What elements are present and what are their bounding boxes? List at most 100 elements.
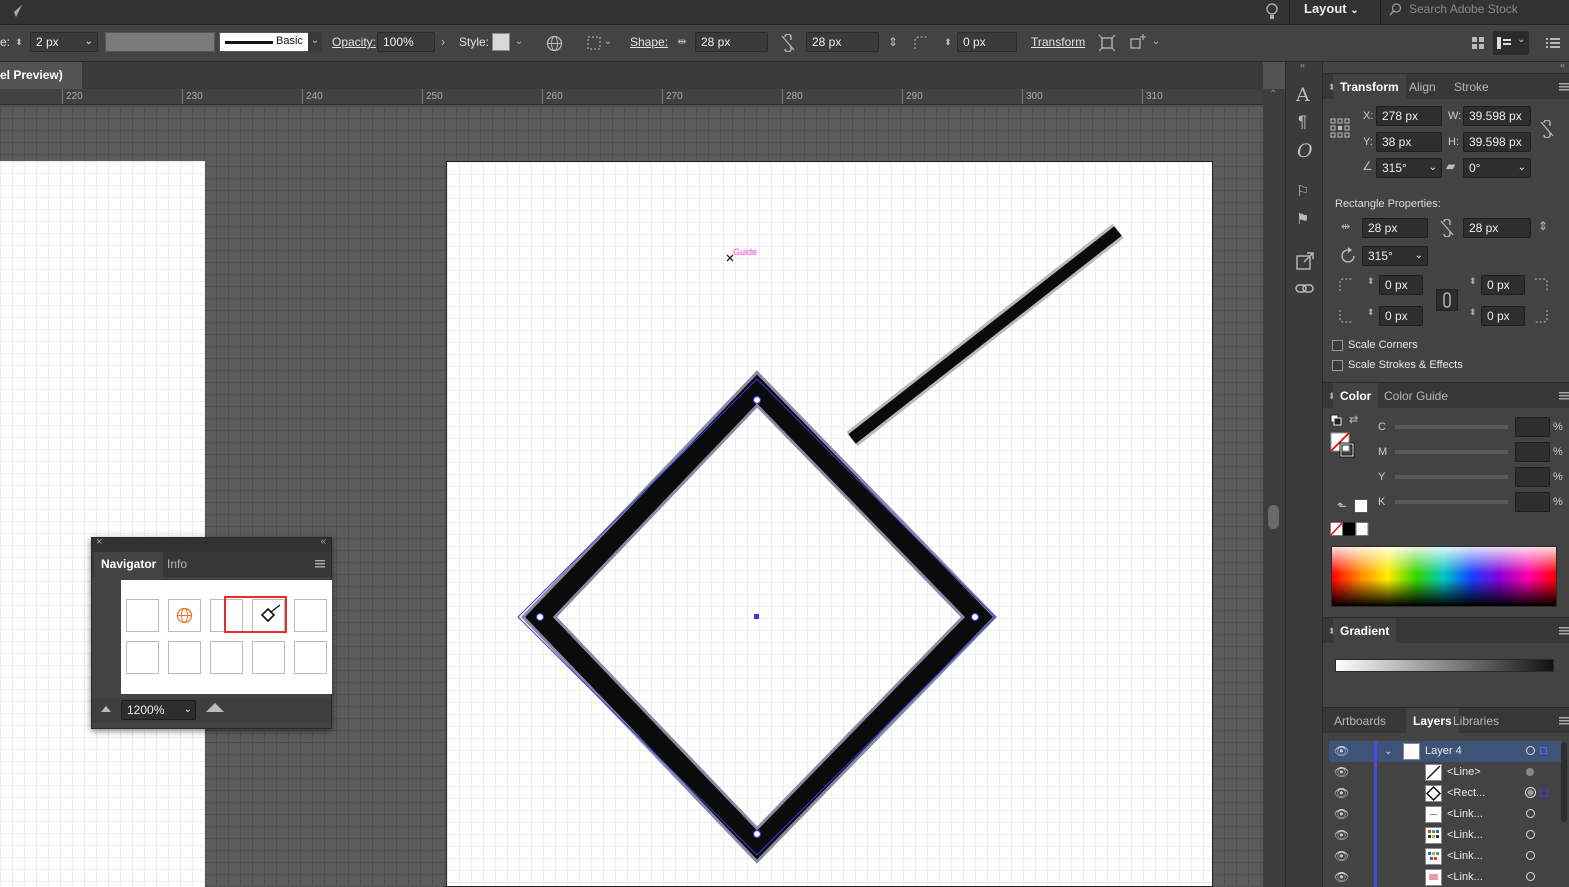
paragraph-styles-icon[interactable]: ⚑ — [1296, 210, 1309, 228]
layer-row[interactable]: 👁 <Link... — [1329, 867, 1561, 887]
gradient-slider[interactable] — [1335, 659, 1554, 672]
stepper-icon[interactable]: ⬍ — [1469, 307, 1477, 318]
scroll-up-icon[interactable]: ⌃ — [1269, 89, 1277, 100]
character-styles-icon[interactable]: ⚐ — [1296, 182, 1309, 200]
stepper-icon[interactable]: ⬍ — [1367, 307, 1375, 318]
corner-tl-field[interactable]: 0 px — [1379, 275, 1423, 295]
corner-type-icon[interactable] — [913, 35, 929, 51]
target-icon[interactable] — [1525, 787, 1536, 798]
collapse-icon[interactable]: « — [1300, 60, 1305, 70]
scroll-thumb[interactable] — [1268, 505, 1279, 529]
panel-menu-icon[interactable] — [1559, 83, 1569, 91]
opentype-icon[interactable]: O — [1297, 140, 1313, 162]
shape-height-field[interactable]: 28 px — [806, 32, 879, 52]
tab-libraries[interactable]: Libraries — [1446, 708, 1506, 734]
channel-m-field[interactable] — [1515, 442, 1550, 462]
layer-row[interactable]: 👁 <Link... — [1329, 825, 1561, 846]
eye-icon[interactable]: 👁 — [1334, 825, 1349, 846]
layer-name[interactable]: <Rect... — [1447, 783, 1485, 804]
channel-k-field[interactable] — [1515, 492, 1550, 512]
opacity-field[interactable]: 100% — [377, 32, 435, 52]
h-field[interactable]: 39.598 px — [1463, 132, 1531, 152]
stepper-icon[interactable]: ⬍ — [13, 33, 25, 51]
paragraph-icon[interactable]: ¶ — [1298, 112, 1307, 132]
shape-width-field[interactable]: 28 px — [695, 32, 768, 52]
y-field[interactable]: 38 px — [1376, 132, 1442, 152]
stepper-icon[interactable]: ⬍ — [1469, 276, 1477, 287]
zoom-field[interactable]: 1200% ⌄ — [121, 700, 196, 720]
target-icon[interactable] — [1526, 746, 1535, 755]
navigator-preview[interactable] — [121, 580, 332, 694]
target-icon[interactable] — [1526, 809, 1535, 818]
link-broken-icon[interactable] — [780, 34, 796, 52]
align-selection-icon[interactable] — [586, 35, 604, 51]
zoom-in-icon[interactable] — [206, 703, 224, 713]
variable-width-profile[interactable] — [105, 32, 215, 52]
channel-m-slider[interactable] — [1395, 450, 1508, 454]
constrain-proportions-icon[interactable] — [1539, 120, 1555, 138]
opacity-label[interactable]: Opacity: — [332, 33, 376, 51]
color-spectrum[interactable] — [1331, 546, 1557, 607]
layer-row[interactable]: 👁 <Link... — [1329, 804, 1561, 825]
eye-icon[interactable]: 👁 — [1334, 741, 1349, 762]
shear-field[interactable]: 0° ⌄ — [1463, 158, 1531, 178]
layer-name[interactable]: <Link... — [1447, 867, 1483, 887]
eye-icon[interactable]: 👁 — [1334, 867, 1349, 887]
eye-icon[interactable]: 👁 — [1334, 762, 1349, 783]
horizontal-ruler[interactable]: 220 230 240 250 260 270 280 290 300 310 — [0, 89, 1263, 105]
panel-toggle-button[interactable]: ⌄ — [1493, 31, 1529, 55]
layer-row[interactable]: 👁 ⌄ Layer 4 — [1329, 741, 1561, 762]
target-icon[interactable] — [1526, 768, 1534, 776]
x-field[interactable]: 278 px — [1376, 106, 1442, 126]
quick-swatches[interactable] — [1330, 522, 1370, 537]
stock-search[interactable]: Search Adobe Stock — [1387, 1, 1569, 17]
tab-artboards[interactable]: Artboards — [1327, 708, 1393, 734]
tab-align[interactable]: Align — [1402, 74, 1443, 100]
corner-radius-field[interactable]: 0 px — [957, 32, 1017, 52]
eye-icon[interactable]: 👁 — [1334, 783, 1349, 804]
default-colors-icon[interactable] — [1330, 414, 1342, 426]
layer-name[interactable]: <Line> — [1447, 762, 1481, 783]
gamut-swatch[interactable] — [1354, 499, 1368, 513]
shape-label[interactable]: Shape: — [630, 33, 668, 51]
angle-field[interactable]: 315° ⌄ — [1376, 158, 1442, 178]
collapse-icon[interactable]: « — [320, 536, 326, 547]
line-shape[interactable] — [848, 226, 1122, 444]
zoom-out-icon[interactable] — [101, 706, 111, 713]
target-icon[interactable] — [1526, 830, 1535, 839]
channel-k-slider[interactable] — [1395, 500, 1508, 504]
stepper-icon[interactable]: ⬍ — [1367, 276, 1375, 287]
link-corners-button[interactable] — [1436, 289, 1458, 311]
corner-tr-field[interactable]: 0 px — [1481, 275, 1525, 295]
layer-name[interactable]: <Link... — [1447, 846, 1483, 867]
view-frame[interactable] — [224, 596, 287, 633]
document-tab[interactable]: el Preview) — [0, 62, 82, 89]
layer-name[interactable]: <Link... — [1447, 804, 1483, 825]
control-menu-icon[interactable] — [1546, 37, 1560, 49]
rect-width-field[interactable]: 28 px — [1362, 218, 1428, 238]
layer-name[interactable]: Layer 4 — [1425, 741, 1462, 762]
tab-info[interactable]: Info — [160, 552, 194, 577]
reference-point-icon[interactable] — [1330, 118, 1350, 138]
center-point[interactable] — [754, 614, 759, 619]
links-icon[interactable] — [1295, 282, 1315, 296]
export-icon[interactable] — [1296, 252, 1314, 270]
chevron-right-icon[interactable]: › — [437, 33, 449, 51]
layer-row[interactable]: 👁 <Link... — [1329, 846, 1561, 867]
anchor-point[interactable] — [752, 395, 762, 405]
stroke-weight-field[interactable]: 2 px ⌄ — [30, 32, 98, 52]
panel-menu-icon[interactable] — [315, 560, 325, 568]
target-icon[interactable] — [1526, 872, 1535, 881]
channel-c-field[interactable] — [1515, 417, 1550, 437]
chevron-down-icon[interactable]: ⌄ — [603, 33, 613, 51]
tab-gradient[interactable]: Gradient — [1333, 618, 1397, 644]
panel-menu-icon[interactable] — [1559, 717, 1569, 725]
chevron-down-icon[interactable]: ⌄ — [1150, 33, 1162, 51]
anchor-point[interactable] — [970, 612, 980, 622]
layer-row[interactable]: 👁 <Rect... — [1329, 783, 1561, 804]
brush-definition[interactable]: Basic ⌄ — [219, 32, 322, 52]
channel-y-field[interactable] — [1515, 467, 1550, 487]
eye-icon[interactable]: 👁 — [1334, 846, 1349, 867]
close-icon[interactable]: × — [96, 536, 102, 548]
fill-stroke-indicator[interactable] — [1330, 432, 1356, 462]
